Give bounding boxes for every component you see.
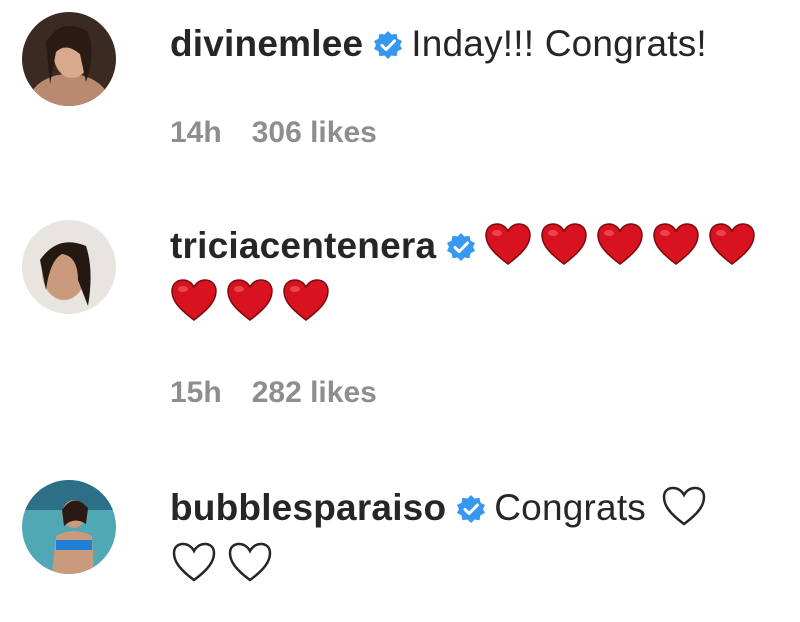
comment-username[interactable]: triciacentenera bbox=[170, 225, 436, 266]
red-heart-icon bbox=[226, 278, 274, 322]
avatar[interactable] bbox=[22, 480, 116, 574]
comment-time: 14h bbox=[170, 116, 222, 149]
red-heart-icon bbox=[282, 278, 330, 322]
white-heart-icon bbox=[170, 540, 218, 584]
red-heart-icon bbox=[540, 222, 588, 266]
red-heart-icon bbox=[484, 222, 532, 266]
red-heart-icon bbox=[170, 278, 218, 322]
red-heart-icon bbox=[596, 222, 644, 266]
comment-time: 15h bbox=[170, 376, 222, 409]
white-heart-icon bbox=[660, 484, 708, 528]
comment-text: Congrats bbox=[494, 487, 646, 528]
verified-badge-icon bbox=[446, 232, 476, 262]
verified-badge-icon bbox=[456, 494, 486, 524]
verified-badge-icon bbox=[373, 30, 403, 60]
white-heart-icon bbox=[226, 540, 274, 584]
avatar[interactable] bbox=[22, 220, 116, 314]
avatar[interactable] bbox=[22, 12, 116, 106]
comment-likes[interactable]: 282 likes bbox=[252, 376, 377, 409]
comment-likes[interactable]: 306 likes bbox=[252, 116, 377, 149]
comment-text: Inday!!! Congrats! bbox=[411, 23, 707, 64]
red-heart-icon bbox=[708, 222, 756, 266]
red-heart-icon bbox=[652, 222, 700, 266]
comment-username[interactable]: divinemlee bbox=[170, 23, 363, 64]
comment-username[interactable]: bubblesparaiso bbox=[170, 487, 446, 528]
